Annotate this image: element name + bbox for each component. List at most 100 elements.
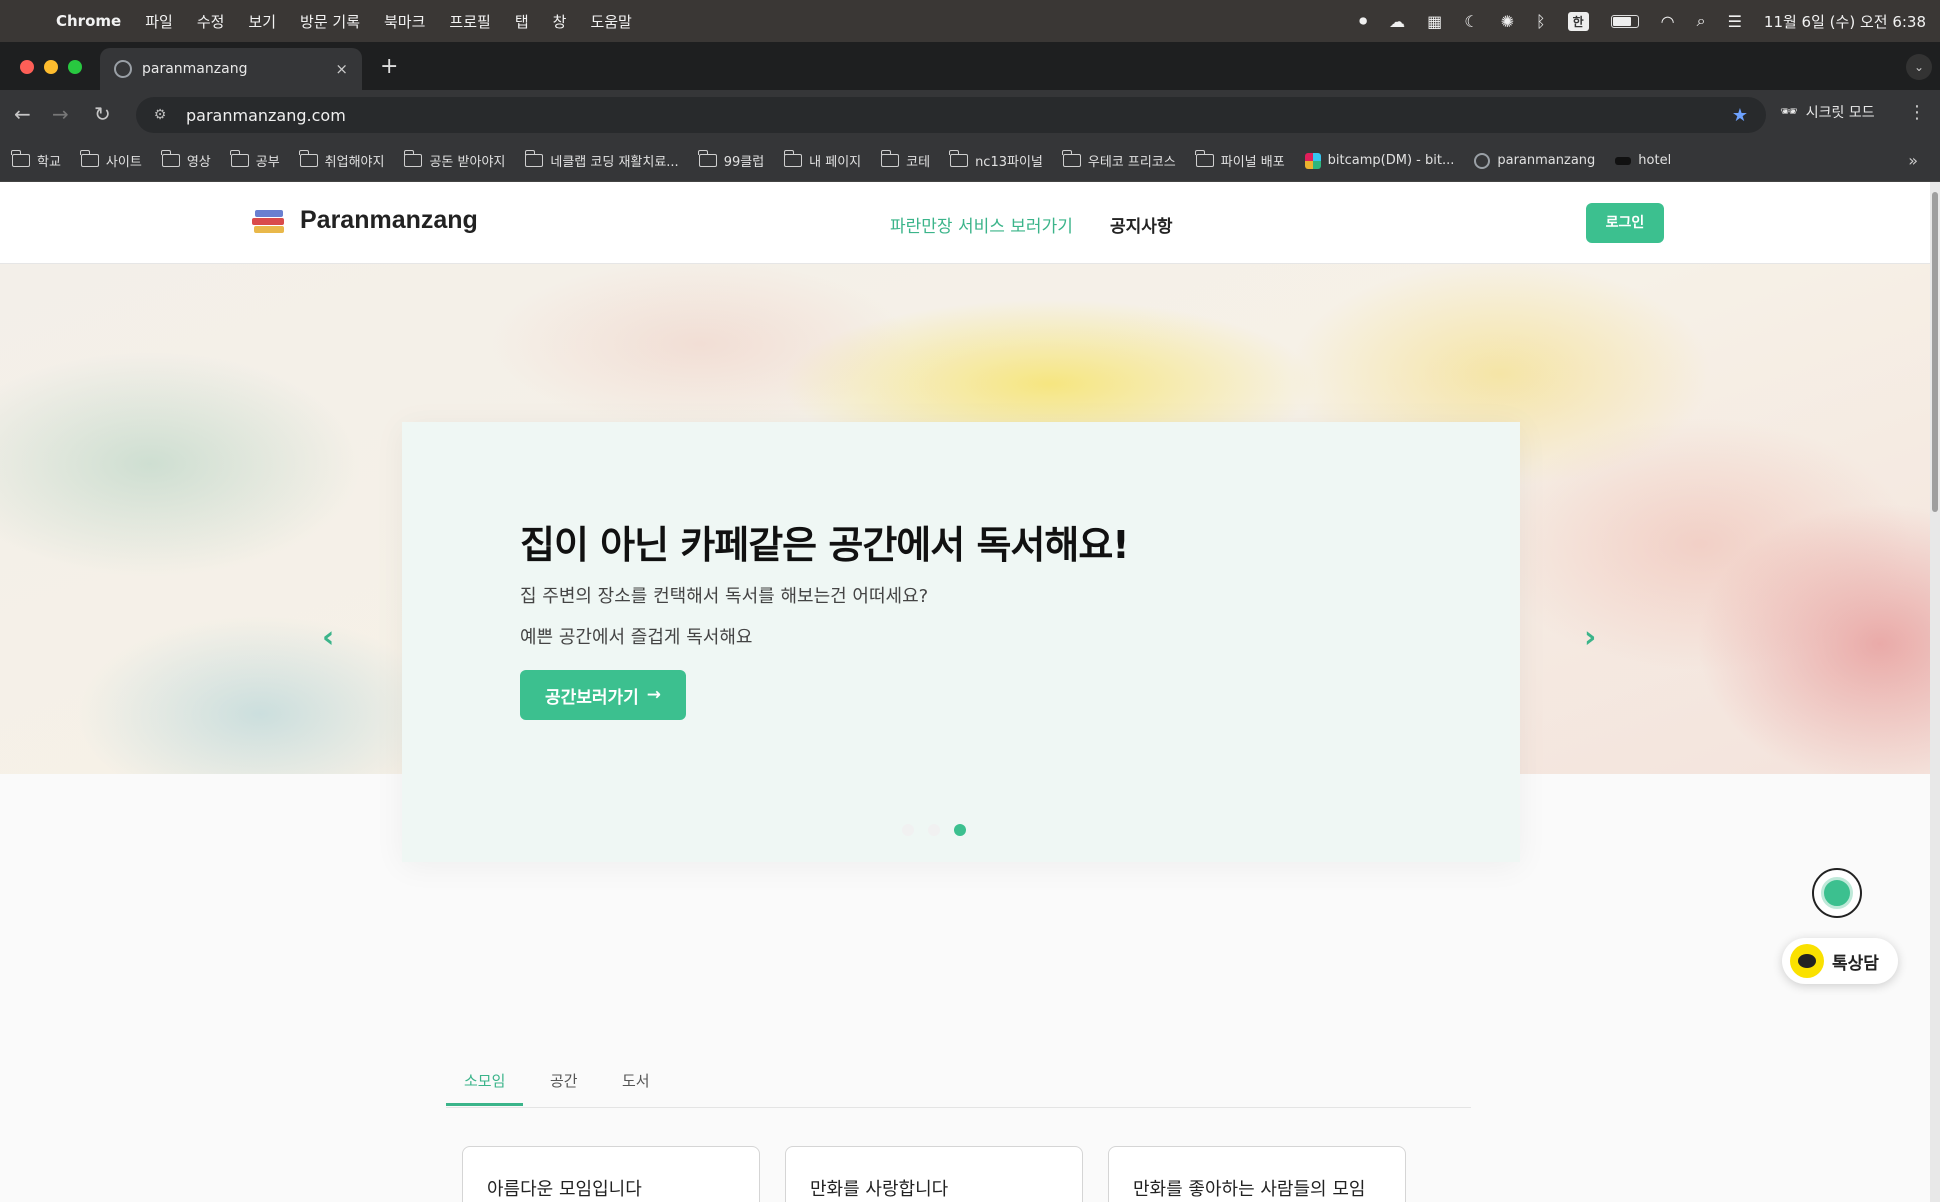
incognito-indicator[interactable]: 🕶 시크릿 모드 <box>1780 102 1875 122</box>
input-source-indicator[interactable]: 한 <box>1567 11 1589 31</box>
books-icon <box>252 208 286 234</box>
bookmark-label: 파이널 배포 <box>1220 155 1285 170</box>
mask-icon <box>1615 156 1632 165</box>
bookmark-folder[interactable]: 영상 <box>161 150 211 170</box>
new-tab-button[interactable]: + <box>380 54 398 79</box>
menu-history[interactable]: 방문 기록 <box>300 11 360 32</box>
site-logo[interactable]: Paranmanzang <box>252 206 478 235</box>
tab-spaces[interactable]: 공간 <box>550 1070 578 1103</box>
bookmark-label: 공부 <box>255 155 280 170</box>
browser-tab-active[interactable]: paranmanzang × <box>100 48 362 90</box>
kakao-chat-button[interactable]: 톡상담 <box>1782 938 1898 984</box>
openai-icon[interactable]: ✺ <box>1501 12 1514 31</box>
bookmark-link[interactable]: bitcamp(DM) - bit... <box>1304 152 1454 169</box>
carousel-dot[interactable] <box>928 824 940 836</box>
view-spaces-label: 공간보러가기 <box>544 687 639 708</box>
folder-icon <box>11 150 30 167</box>
reload-button[interactable]: ↻ <box>94 102 111 126</box>
cloud-icon[interactable]: ☁ <box>1389 12 1405 31</box>
folder-icon <box>783 150 803 167</box>
content-tabs: 소모임 공간 도서 <box>446 1070 1471 1108</box>
hero-slide-card: 집이 아닌 카페같은 공간에서 독서해요! 집 주변의 장소를 컨택해서 독서를… <box>402 422 1520 862</box>
wifi-icon[interactable]: ◠ <box>1661 12 1675 31</box>
menu-tab[interactable]: 탭 <box>515 11 529 32</box>
group-card[interactable]: 만화를 사랑합니다 <box>785 1146 1083 1202</box>
bluetooth-icon[interactable]: ᛒ <box>1536 12 1546 31</box>
control-center-icon[interactable]: ☰ <box>1728 12 1742 31</box>
bookmark-folder[interactable]: 공돈 받아야지 <box>403 150 505 170</box>
carousel-dot-active[interactable] <box>954 824 966 836</box>
bookmark-folder[interactable]: 99클럽 <box>698 150 764 170</box>
carousel-next-button[interactable]: › <box>1584 620 1596 655</box>
back-button[interactable]: ← <box>14 102 31 126</box>
bookmark-link[interactable]: paranmanzang <box>1474 152 1595 169</box>
nav-notice-link[interactable]: 공지사항 <box>1110 212 1173 237</box>
bookmark-folder[interactable]: 공부 <box>230 150 280 170</box>
carousel-dots <box>902 824 966 836</box>
scrollbar-thumb[interactable] <box>1932 192 1938 512</box>
menu-file[interactable]: 파일 <box>145 11 173 32</box>
chrome-menu-icon[interactable]: ⋮ <box>1908 102 1926 123</box>
carousel-prev-button[interactable]: ‹ <box>322 620 334 655</box>
folder-icon <box>698 150 717 167</box>
menu-edit[interactable]: 수정 <box>197 11 225 32</box>
menu-app-chrome[interactable]: Chrome <box>56 12 121 30</box>
bookmark-star-icon[interactable]: ★ <box>1732 105 1748 126</box>
nav-services-link[interactable]: 파란만장 서비스 보러가기 <box>890 212 1073 237</box>
site-header: Paranmanzang 파란만장 서비스 보러가기 공지사항 로그인 <box>0 182 1930 264</box>
bookmark-label: 취업해야지 <box>324 155 385 170</box>
page-scrollbar[interactable] <box>1930 182 1940 1202</box>
forward-button[interactable]: → <box>52 102 69 126</box>
window-controls <box>20 60 82 74</box>
moon-icon[interactable]: ☾ <box>1464 12 1478 31</box>
hero-subtitle-2: 예쁜 공간에서 즐겁게 독서해요 <box>520 627 753 648</box>
menu-bookmarks[interactable]: 북마크 <box>384 11 425 32</box>
minimize-window-button[interactable] <box>44 60 58 74</box>
bookmark-folder[interactable]: 취업해야지 <box>299 150 385 170</box>
bookmark-folder[interactable]: 파이널 배포 <box>1195 150 1285 170</box>
group-card[interactable]: 아름다운 모임입니다 <box>462 1146 760 1202</box>
bookmark-label: 학교 <box>37 155 61 170</box>
folder-icon <box>1195 150 1214 167</box>
menu-help[interactable]: 도움말 <box>590 11 631 32</box>
zoom-window-button[interactable] <box>68 60 82 74</box>
folder-icon <box>80 150 99 167</box>
menu-view[interactable]: 보기 <box>248 11 276 32</box>
battery-icon[interactable] <box>1610 14 1639 28</box>
bookmark-folder[interactable]: 네클랩 코딩 재활치료... <box>524 150 679 170</box>
bookmark-folder[interactable]: 사이트 <box>80 150 142 170</box>
clock[interactable]: 11월 6일 (수) 오전 6:38 <box>1764 11 1926 32</box>
view-spaces-button[interactable]: 공간보러가기 → <box>520 670 686 720</box>
tab-groups[interactable]: 소모임 <box>446 1070 524 1106</box>
screen-record-icon[interactable]: ⏺ <box>1359 11 1367 31</box>
browser-tab-strip: paranmanzang × + ⌄ <box>0 42 1940 90</box>
login-button[interactable]: 로그인 <box>1586 203 1664 243</box>
keyboard-icon[interactable]: ▦ <box>1427 12 1442 31</box>
menu-profiles[interactable]: 프로필 <box>449 11 490 32</box>
bookmark-folder[interactable]: nc13파이널 <box>949 150 1043 170</box>
group-card[interactable]: 만화를 좋아하는 사람들의 모임 <box>1108 1146 1406 1202</box>
menu-window[interactable]: 창 <box>553 11 567 32</box>
carousel-dot[interactable] <box>902 824 914 836</box>
tab-search-chevron-icon[interactable]: ⌄ <box>1906 54 1932 80</box>
bookmark-label: 사이트 <box>105 155 142 170</box>
bookmark-link[interactable]: hotel <box>1615 153 1671 168</box>
more-bookmarks-icon[interactable]: » <box>1908 151 1918 170</box>
site-info-icon[interactable]: ⚙ <box>142 107 178 123</box>
group-card-title: 만화를 사랑합니다 <box>810 1179 949 1200</box>
close-tab-icon[interactable]: × <box>335 60 348 78</box>
bookmark-folder[interactable]: 코테 <box>880 150 931 170</box>
spotlight-search-icon[interactable]: ⌕ <box>1697 11 1706 31</box>
url-text[interactable]: paranmanzang.com <box>186 106 346 125</box>
bookmark-folder[interactable]: 학교 <box>11 150 61 170</box>
bookmark-label: 코테 <box>906 155 931 170</box>
bookmark-folder[interactable]: 우테코 프리코스 <box>1062 150 1176 170</box>
tab-books[interactable]: 도서 <box>622 1070 650 1103</box>
slack-icon <box>1304 152 1321 169</box>
address-bar[interactable]: ⚙ paranmanzang.com ★ <box>136 97 1766 133</box>
hero-subtitle-1: 집 주변의 장소를 컨택해서 독서를 해보는건 어떠세요? <box>520 586 929 607</box>
bookmark-folder[interactable]: 내 페이지 <box>783 150 861 170</box>
close-window-button[interactable] <box>20 60 34 74</box>
floating-action-button[interactable] <box>1812 868 1862 918</box>
bookmark-label: 네클랩 코딩 재활치료... <box>550 155 679 170</box>
